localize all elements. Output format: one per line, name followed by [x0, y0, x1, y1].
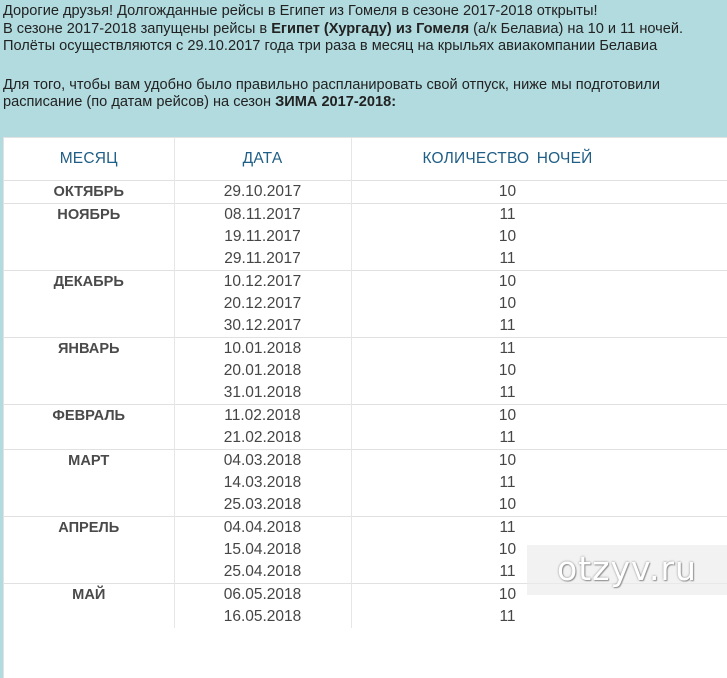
date-cell: 11.02.2018 21.02.2018	[174, 404, 352, 450]
flight-date: 25.03.2018	[223, 496, 302, 513]
flight-date: 29.11.2017	[224, 250, 301, 267]
date-cell: 08.11.2017 19.11.2017 29.11.2017	[174, 203, 352, 271]
flight-date: 15.04.2018	[223, 541, 302, 558]
flight-date: 06.05.2018	[223, 586, 302, 603]
nights-count: 11	[499, 384, 516, 401]
date-cell: 10.12.2017 20.12.2017 30.12.2017	[174, 270, 352, 338]
intro-text: Дорогие друзья! Долгожданные рейсы в Еги…	[3, 3, 727, 112]
flight-date: 10.01.2018	[223, 340, 302, 357]
header-month: МЕСЯЦ	[4, 138, 175, 181]
intro-line-2: В сезоне 2017-2018 запущены рейсы в Егип…	[3, 20, 684, 37]
table-row: ЯНВАРЬ 10.01.2018 20.01.2018 31.01.2018 11 10…	[4, 337, 727, 405]
flight-date: 30.12.2017	[223, 317, 302, 334]
date-cell: 29.10.2017	[174, 180, 352, 204]
intro-line-1: Дорогие друзья! Долгожданные рейсы в Еги…	[3, 3, 598, 19]
nights-cell: 10 10 11	[351, 270, 727, 338]
table-row: ФЕВРАЛЬ 11.02.2018 21.02.2018 10 11	[4, 404, 727, 450]
month-cell: ФЕВРАЛЬ	[4, 404, 175, 450]
nights-cell: 10 11 10	[351, 449, 727, 517]
month-cell: МАЙ	[4, 583, 175, 628]
season-highlight: ЗИМА 2017-2018:	[275, 94, 397, 110]
flight-date: 14.03.2018	[223, 474, 302, 491]
nights-count: 10	[498, 496, 517, 513]
nights-count: 11	[499, 340, 516, 357]
nights-count: 11	[499, 317, 516, 334]
nights-count: 11	[499, 519, 516, 536]
month-cell: ЯНВАРЬ	[4, 337, 175, 405]
table-row: НОЯБРЬ 08.11.2017 19.11.2017 29.11.2017 11 10…	[4, 203, 727, 271]
flight-date: 20.01.2018	[223, 362, 302, 379]
flight-date: 04.04.2018	[223, 519, 302, 536]
nights-cell: 11 10 11	[351, 337, 727, 405]
flight-date: 29.10.2017	[223, 183, 302, 200]
date-cell: 10.01.2018 20.01.2018 31.01.2018	[174, 337, 352, 405]
nights-count: 10	[498, 407, 517, 424]
header-date: ДАТА	[174, 138, 352, 181]
table-row: ДЕКАБРЬ 10.12.2017 20.12.2017 30.12.2017 10 1…	[4, 270, 727, 338]
table-header-row: МЕСЯЦ ДАТА КОЛИЧЕСТВО НОЧЕЙ	[4, 138, 727, 181]
nights-count: 10	[498, 452, 517, 469]
nights-cell: 11 10 11	[351, 203, 727, 271]
flight-date: 04.03.2018	[223, 452, 302, 469]
flight-date: 11.02.2018	[224, 407, 301, 424]
date-cell: 04.04.2018 15.04.2018 25.04.2018	[174, 516, 352, 584]
date-cell: 06.05.2018 16.05.2018	[174, 583, 352, 628]
flight-date: 19.11.2017	[224, 228, 301, 245]
nights-count: 11	[499, 608, 516, 625]
date-cell: 04.03.2018 14.03.2018 25.03.2018	[174, 449, 352, 517]
nights-count: 10	[498, 273, 517, 290]
intro-line-3: Полёты осуществляются с 29.10.2017 года …	[3, 38, 658, 54]
flight-date: 08.11.2017	[224, 206, 301, 223]
nights-count: 10	[498, 228, 517, 245]
month-cell: ОКТЯБРЬ	[4, 180, 175, 204]
nights-count: 10	[498, 183, 517, 200]
month-cell: АПРЕЛЬ	[4, 516, 175, 584]
schedule-table-container: МЕСЯЦ ДАТА КОЛИЧЕСТВО НОЧЕЙ ОКТЯБРЬ 29.10…	[3, 137, 727, 678]
flight-date: 20.12.2017	[223, 295, 302, 312]
month-cell: МАРТ	[4, 449, 175, 517]
header-nights: КОЛИЧЕСТВО НОЧЕЙ	[351, 138, 727, 181]
intro-line-5: расписание (по датам рейсов) на сезон ЗИ…	[3, 94, 397, 110]
watermark: otzyv.ru	[527, 545, 727, 595]
flight-date: 25.04.2018	[223, 563, 302, 580]
intro-line-4: Для того, чтобы вам удобно было правильн…	[3, 76, 660, 93]
flight-date: 21.02.2018	[223, 429, 302, 446]
nights-count: 11	[499, 429, 516, 446]
flight-date: 31.01.2018	[223, 384, 302, 401]
nights-count: 11	[499, 474, 516, 491]
nights-cell: 10	[351, 180, 727, 204]
month-cell: НОЯБРЬ	[4, 203, 175, 271]
flight-date: 10.12.2017	[223, 273, 302, 290]
table-row: ОКТЯБРЬ 29.10.2017 10	[4, 180, 727, 204]
nights-count: 10	[498, 362, 517, 379]
nights-cell: 10 11	[351, 404, 727, 450]
flight-date: 16.05.2018	[223, 608, 302, 625]
route-highlight: Египет (Хургаду) из Гомеля	[271, 20, 470, 37]
nights-count: 10	[498, 295, 517, 312]
month-cell: ДЕКАБРЬ	[4, 270, 175, 338]
nights-count: 11	[499, 206, 516, 223]
table-row: МАРТ 04.03.2018 14.03.2018 25.03.2018 10 11 10	[4, 449, 727, 517]
nights-count: 11	[499, 250, 516, 267]
